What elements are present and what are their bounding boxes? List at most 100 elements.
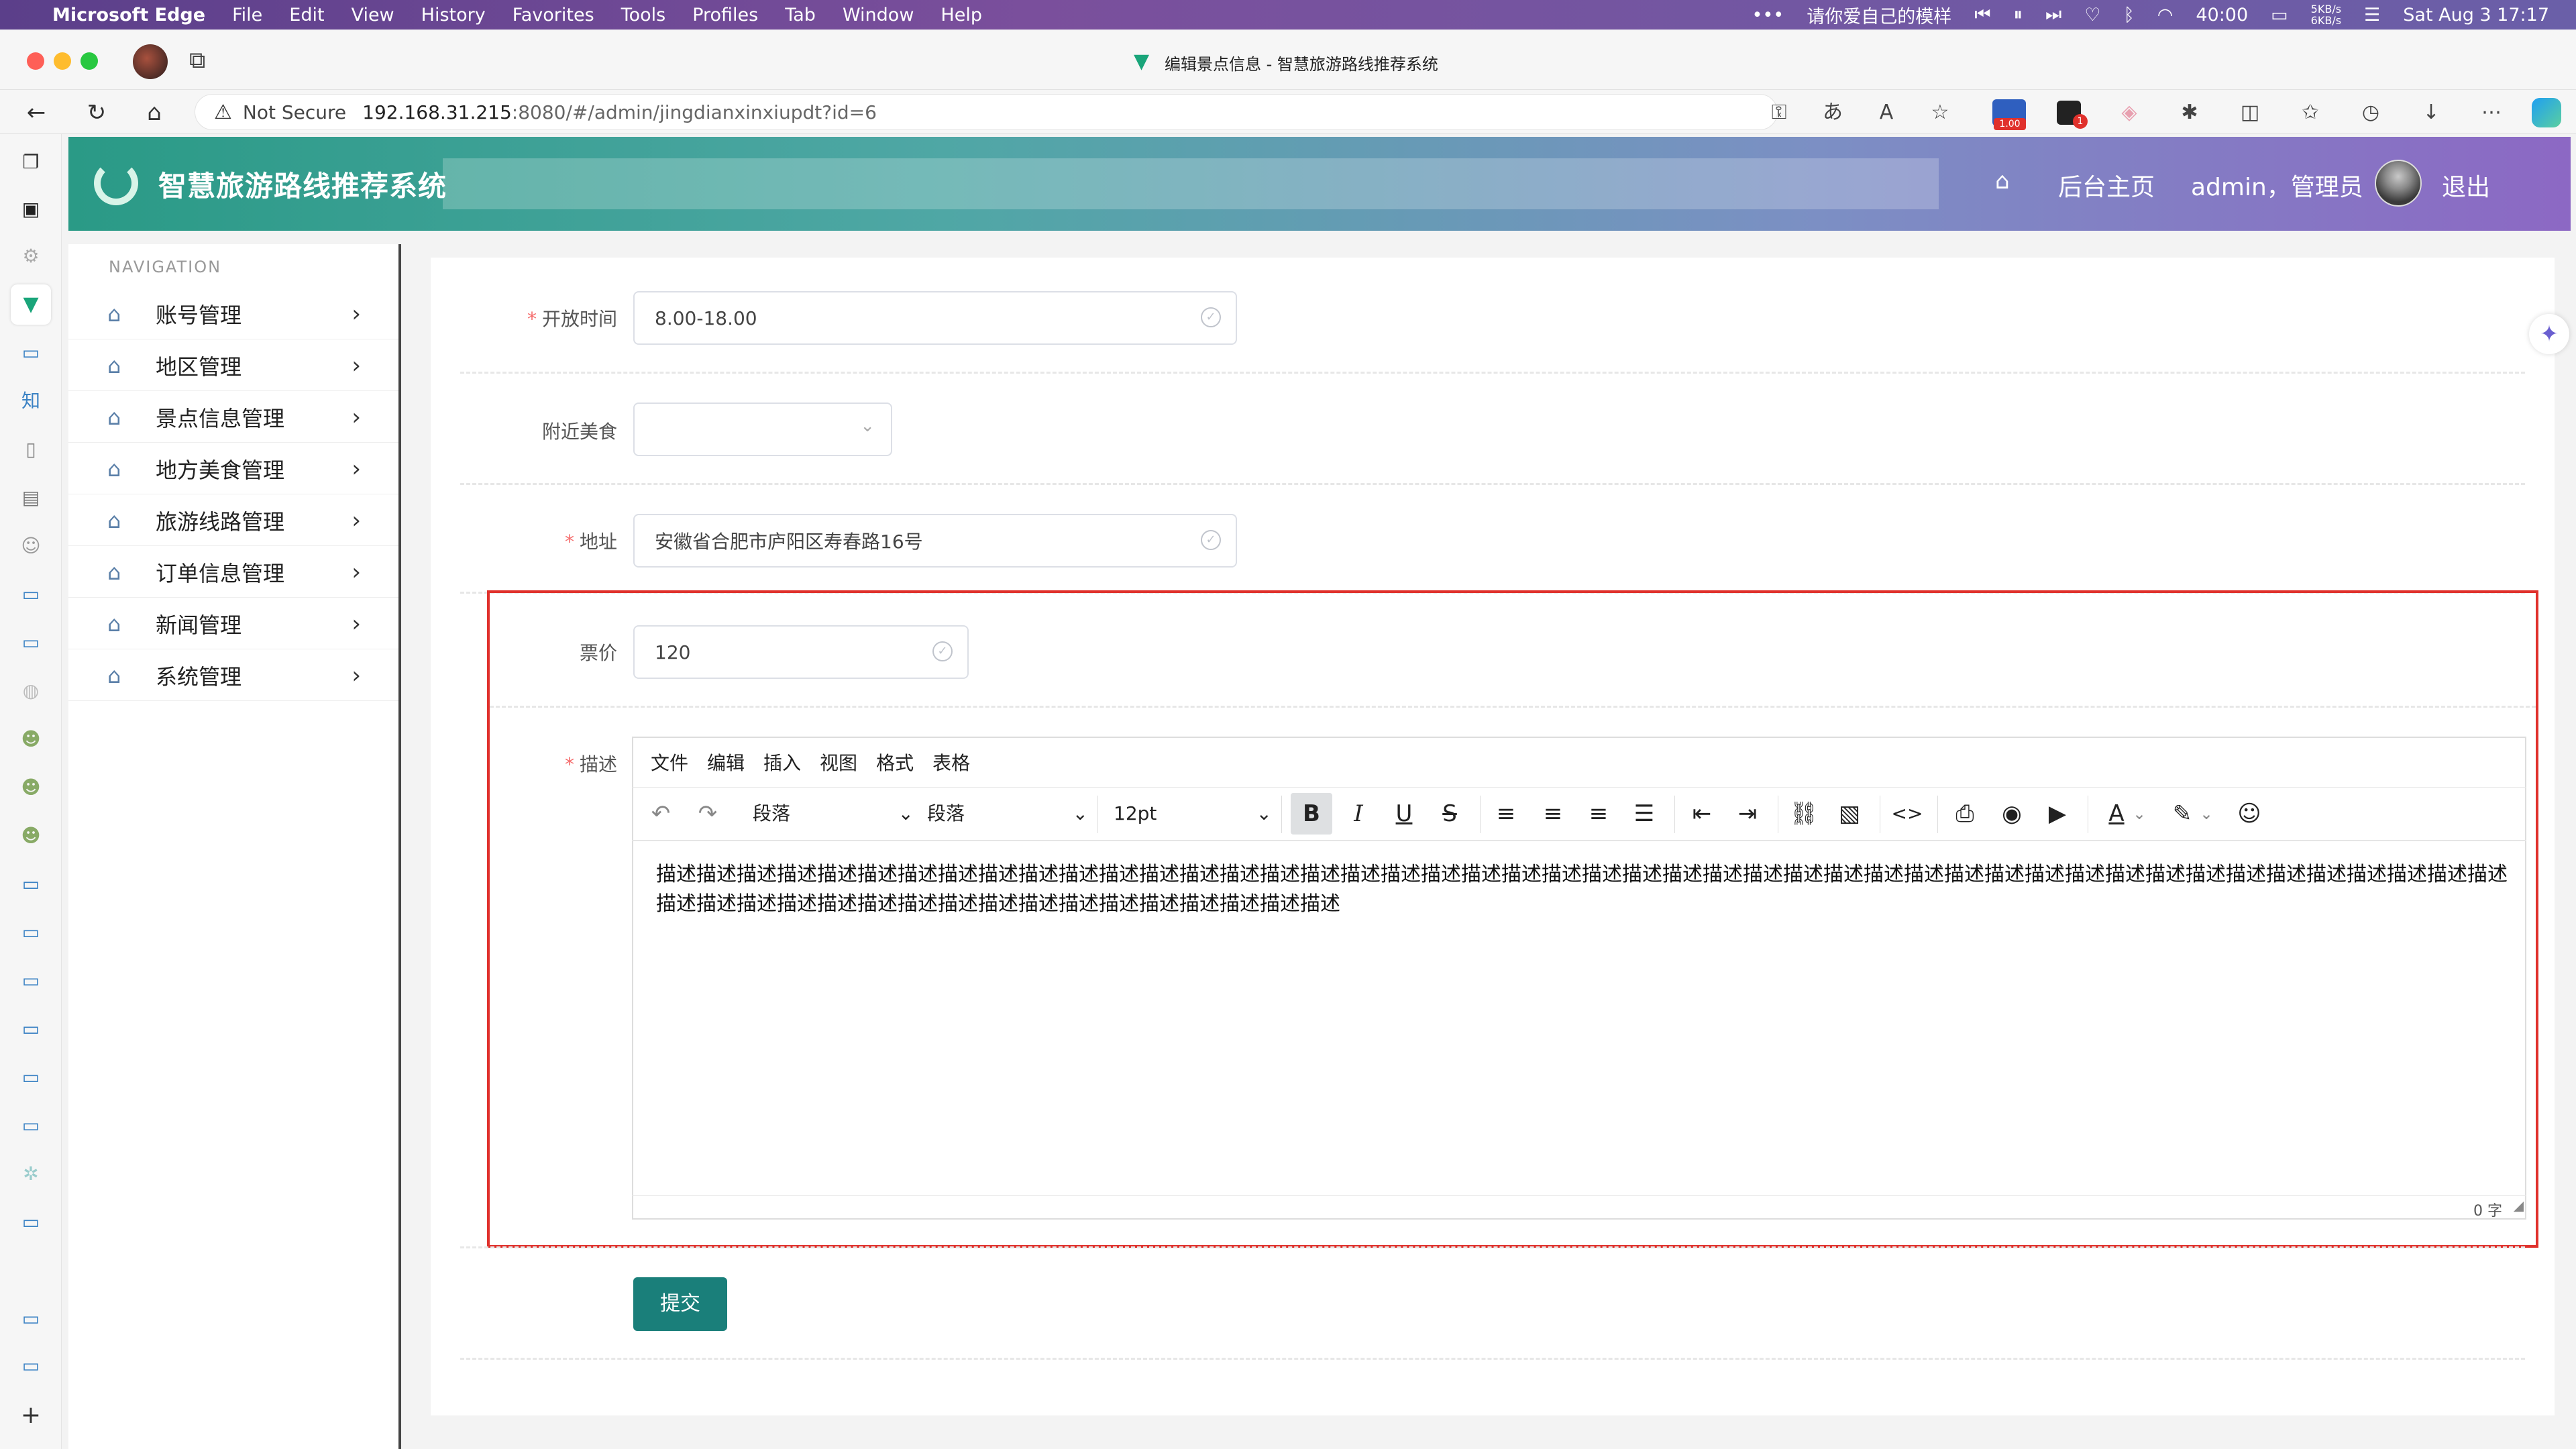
chevron-down-icon[interactable]: ⌄ (2196, 793, 2216, 835)
nav-item-news[interactable]: ⌂ 新闻管理 › (68, 598, 398, 649)
copilot-icon[interactable] (2532, 98, 2561, 127)
battery-icon[interactable]: ▭ (2271, 5, 2288, 25)
favorite-star-icon[interactable]: ☆ (1927, 101, 1953, 125)
apple-small-icon[interactable] (17, 1257, 44, 1284)
prev-track-icon[interactable]: ⏮ (1974, 4, 1990, 25)
align-center-icon[interactable]: ≡ (1532, 793, 1574, 835)
outdent-icon[interactable]: ⇤ (1681, 793, 1723, 835)
download-icon[interactable]: ↓ (2418, 101, 2445, 125)
globe-icon[interactable]: ◍ (17, 678, 44, 704)
nav-item-scenic[interactable]: ⌂ 景点信息管理 › (68, 392, 398, 443)
editor-menu-table[interactable]: 表格 (932, 749, 970, 775)
menu-tools[interactable]: Tools (621, 5, 666, 25)
extension-3-icon[interactable]: ◈ (2116, 101, 2143, 125)
logout-link[interactable]: 退出 (2442, 168, 2490, 203)
nav-item-orders[interactable]: ⌂ 订单信息管理 › (68, 547, 398, 598)
justify-icon[interactable]: ☰ (1623, 793, 1665, 835)
bilibili-icon-9[interactable]: ▭ (17, 1112, 44, 1139)
bold-icon[interactable]: B (1291, 793, 1332, 835)
undo-icon[interactable]: ↶ (640, 793, 682, 835)
underline-icon[interactable]: U (1383, 793, 1425, 835)
nav-item-food[interactable]: ⌂ 地方美食管理 › (68, 443, 398, 494)
avatar-icon-3[interactable]: ☻ (17, 822, 44, 849)
image-icon[interactable]: ▤ (17, 484, 44, 511)
profile-avatar[interactable] (133, 44, 168, 79)
submit-button[interactable]: 提交 (633, 1277, 727, 1331)
tab-actions-icon[interactable]: ⧉ (189, 47, 205, 74)
chevron-down-icon[interactable]: ⌄ (2129, 793, 2149, 835)
key-icon[interactable]: ⚿ (1766, 101, 1792, 125)
favorites-icon[interactable]: ✩ (2297, 101, 2324, 125)
home-link[interactable]: 后台主页 (2058, 168, 2155, 203)
close-window-icon[interactable] (27, 52, 44, 70)
settings-icon[interactable]: ⚙ (17, 243, 44, 270)
avatar-icon-2[interactable]: ☻ (17, 774, 44, 801)
bilibili-icon-10[interactable]: ▭ (17, 1209, 44, 1236)
read-aloud-icon[interactable]: A (1873, 101, 1900, 125)
url-bar[interactable]: ⚠ Not Secure 192.168.31.215 :8080/#/admi… (195, 94, 1778, 130)
editor-menu-file[interactable]: 文件 (651, 749, 688, 775)
media-icon[interactable]: ▶ (2037, 793, 2078, 835)
bilibili-icon-12[interactable]: ▭ (17, 1352, 44, 1379)
align-right-icon[interactable]: ≡ (1578, 793, 1619, 835)
not-secure-label[interactable]: Not Secure (243, 101, 346, 123)
menu-help[interactable]: Help (941, 5, 982, 25)
wifi-icon[interactable]: ◠ (2157, 5, 2174, 25)
bilibili-icon-11[interactable]: ▭ (17, 1305, 44, 1332)
menu-dots-icon[interactable]: ⋯ (2478, 101, 2505, 125)
add-icon[interactable]: + (17, 1402, 44, 1429)
code-icon[interactable]: <> (1886, 793, 1928, 835)
next-track-icon[interactable]: ⏭ (2045, 4, 2061, 25)
home-icon[interactable]: ⌂ (141, 99, 168, 126)
nav-item-routes[interactable]: ⌂ 旅游线路管理 › (68, 495, 398, 546)
food-select[interactable]: ⌄ (633, 402, 892, 456)
clock[interactable]: Sat Aug 3 17:17 (2403, 5, 2549, 25)
editor-menu-edit[interactable]: 编辑 (707, 749, 745, 775)
control-center-icon[interactable]: ☰ (2364, 5, 2380, 25)
refresh-icon[interactable]: ↻ (83, 99, 110, 126)
history-icon[interactable]: ◷ (2357, 101, 2384, 125)
menu-window[interactable]: Window (843, 5, 914, 25)
editor-menu-format[interactable]: 格式 (876, 749, 914, 775)
menu-history[interactable]: History (421, 5, 486, 25)
indent-icon[interactable]: ⇥ (1727, 793, 1768, 835)
italic-icon[interactable]: I (1338, 793, 1379, 835)
bluetooth-icon[interactable]: ᛒ (2124, 5, 2135, 25)
nav-item-accounts[interactable]: ⌂ 账号管理 › (68, 288, 398, 339)
home-nav-icon[interactable]: ⌂ (1995, 168, 2010, 195)
avatar[interactable] (2375, 160, 2422, 207)
split-screen-icon[interactable]: ◫ (2237, 101, 2263, 125)
extensions-puzzle-icon[interactable]: ✱ (2176, 101, 2203, 125)
zhihu-icon[interactable]: 知 (17, 388, 44, 415)
price-input[interactable]: 120 ✓ (633, 625, 969, 679)
back-icon[interactable]: ← (23, 99, 50, 126)
avatar-icon-1[interactable]: ☻ (17, 726, 44, 753)
editor-content[interactable]: 描述描述描述描述描述描述描述描述描述描述描述描述描述描述描述描述描述描述描述描述… (656, 860, 2508, 919)
focus-timer[interactable]: 40:00 (2196, 5, 2248, 25)
editor-menu-view[interactable]: 视图 (820, 749, 857, 775)
more-icon[interactable]: ••• (1752, 5, 1784, 25)
tabs-icon[interactable]: ❐ (17, 149, 44, 176)
puzzle-icon[interactable]: ✲ (17, 1161, 44, 1187)
heart-icon[interactable]: ♡ (2084, 5, 2100, 25)
block-format-select-2[interactable]: 段落 ⌄ (927, 793, 1088, 835)
app-icon[interactable]: ▣ (17, 196, 44, 223)
warning-icon[interactable]: ⚠ (214, 101, 232, 124)
minimize-window-icon[interactable] (54, 52, 71, 70)
preview-eye-icon[interactable]: ◉ (1991, 793, 2033, 835)
menu-view[interactable]: View (352, 5, 394, 25)
open-time-input[interactable]: 8.00-18.00 ✓ (633, 291, 1237, 345)
bilibili-icon-3[interactable]: ▭ (17, 629, 44, 656)
bilibili-icon-6[interactable]: ▭ (17, 967, 44, 994)
address-input[interactable]: 安徽省合肥市庐阳区寿春路16号 ✓ (633, 514, 1237, 568)
font-size-select[interactable]: 12pt ⌄ (1114, 793, 1272, 835)
editor-menu-insert[interactable]: 插入 (763, 749, 801, 775)
zoom-window-icon[interactable] (80, 52, 98, 70)
bilibili-icon-7[interactable]: ▭ (17, 1016, 44, 1042)
strikethrough-icon[interactable]: S (1429, 793, 1470, 835)
translate-icon[interactable]: あ (1819, 101, 1846, 125)
emoji-icon[interactable]: ☺ (2229, 793, 2270, 835)
bilibili-icon-2[interactable]: ▭ (17, 581, 44, 608)
print-icon[interactable]: ⎙ (1944, 793, 1986, 835)
bilibili-icon-8[interactable]: ▭ (17, 1064, 44, 1091)
